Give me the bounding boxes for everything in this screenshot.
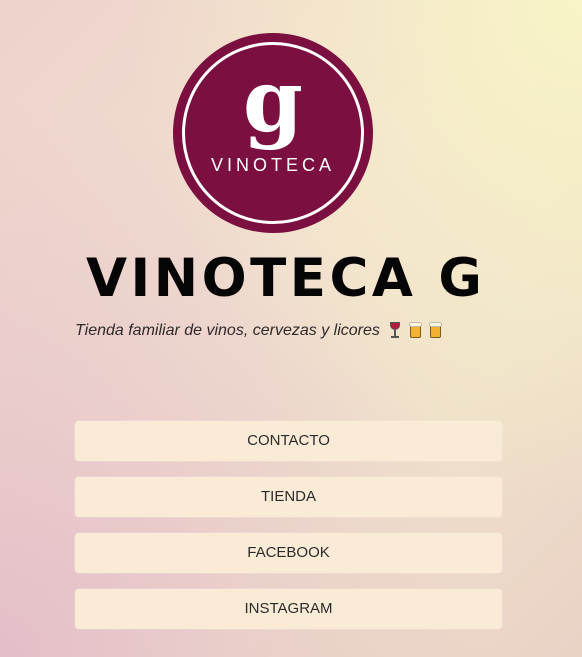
beer-mug-emoji: [408, 322, 423, 338]
wine-glass-emoji: [388, 322, 402, 338]
tagline-emojis: [388, 322, 445, 346]
logo-letter: g: [242, 51, 304, 152]
tagline-text: Tienda familiar de vinos, cervezas y lic…: [75, 322, 380, 339]
profile-tagline: Tienda familiar de vinos, cervezas y lic…: [75, 319, 535, 346]
instagram-button[interactable]: INSTAGRAM: [75, 589, 502, 629]
beer-mug-emoji: [429, 322, 443, 338]
contacto-button[interactable]: CONTACTO: [75, 421, 502, 461]
links-list: CONTACTO TIENDA FACEBOOK INSTAGRAM: [75, 421, 502, 645]
link-page: g VINOTECA VINOTECA G Tienda familiar de…: [0, 0, 582, 657]
profile-logo: g VINOTECA: [173, 33, 373, 233]
facebook-button[interactable]: FACEBOOK: [75, 533, 502, 573]
logo-wordmark: VINOTECA: [210, 155, 335, 175]
profile-title: VINOTECA G: [86, 248, 486, 309]
tienda-button[interactable]: TIENDA: [75, 477, 502, 517]
